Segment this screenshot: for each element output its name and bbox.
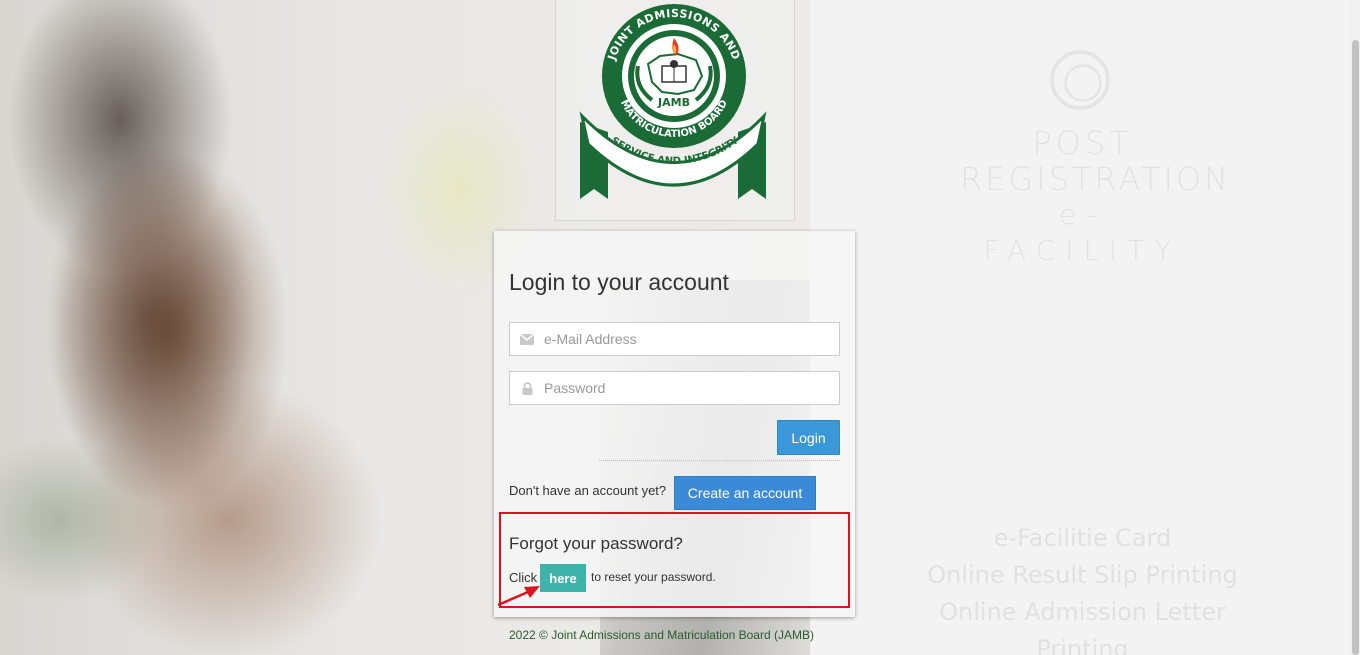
no-account-text: Don't have an account yet? bbox=[509, 483, 667, 498]
scrollbar-thumb[interactable] bbox=[1352, 40, 1359, 655]
watermark-features: e-Facilitie Card Online Result Slip Prin… bbox=[900, 520, 1265, 655]
jamb-logo: JOINT ADMISSIONS AND MATRICULATION BOARD… bbox=[579, 4, 767, 199]
forgot-password-title: Forgot your password? bbox=[509, 534, 683, 553]
logo-container: JOINT ADMISSIONS AND MATRICULATION BOARD… bbox=[555, 0, 795, 221]
divider bbox=[599, 460, 840, 461]
watermark-feature: Online Result Slip Printing bbox=[927, 561, 1238, 589]
envelope-icon bbox=[510, 333, 544, 345]
email-field[interactable] bbox=[509, 322, 840, 356]
annotation-arrow-icon bbox=[497, 586, 540, 607]
watermark-feature: Online Admission Letter Printing bbox=[939, 598, 1226, 655]
lock-icon bbox=[510, 381, 544, 395]
watermark-title-line2: REGISTRATION bbox=[960, 160, 1231, 198]
highlight-box bbox=[499, 512, 850, 608]
create-account-button[interactable]: Create an account bbox=[674, 476, 816, 510]
watermark-title-line3: e-FACILITY bbox=[983, 198, 1182, 267]
password-input[interactable] bbox=[544, 373, 834, 403]
login-panel: Login to your account Login Don't have a… bbox=[494, 231, 855, 617]
logo-center-text: JAMB bbox=[657, 96, 690, 109]
watermark-feature: e-Facilitie Card bbox=[993, 524, 1172, 552]
password-field[interactable] bbox=[509, 371, 840, 405]
reset-password-text: to reset your password. bbox=[591, 570, 716, 584]
watermark-seal-icon bbox=[1050, 50, 1110, 110]
reset-here-button[interactable]: here bbox=[540, 564, 586, 592]
watermark-title-line1: POST bbox=[1032, 124, 1133, 162]
email-input[interactable] bbox=[544, 324, 834, 354]
login-button[interactable]: Login bbox=[777, 420, 840, 455]
footer-copyright: 2022 © Joint Admissions and Matriculatio… bbox=[509, 628, 814, 642]
watermark-title: POST REGISTRATION e-FACILITY bbox=[960, 124, 1231, 269]
page-scrollbar[interactable] bbox=[1350, 0, 1360, 655]
login-heading: Login to your account bbox=[509, 269, 729, 295]
student-photo bbox=[0, 60, 300, 580]
